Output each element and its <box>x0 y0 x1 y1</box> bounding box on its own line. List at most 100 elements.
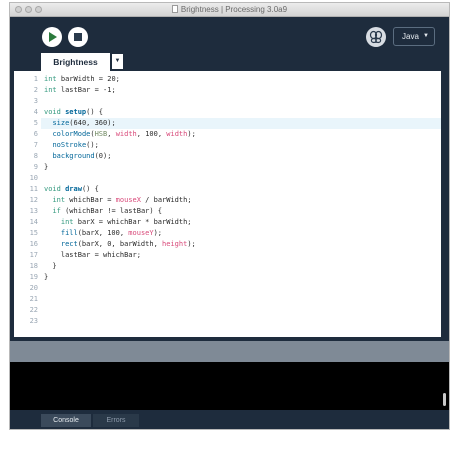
code-token: } <box>44 262 57 270</box>
code-line: lastBar = whichBar; <box>44 250 141 261</box>
code-token: } <box>44 163 49 171</box>
tab-brightness[interactable]: Brightness <box>41 53 110 71</box>
toolbar: Java ▼ <box>10 17 449 53</box>
tab-bar: Brightness ▼ <box>10 53 449 71</box>
code-token: ); <box>153 229 163 237</box>
line-number: 11 <box>29 185 38 193</box>
code-token: if <box>52 207 61 215</box>
line-number: 16 <box>29 240 38 248</box>
line-number: 3 <box>33 97 38 105</box>
editor-vertical-scrollbar[interactable] <box>441 71 449 337</box>
code-token: (barX, 0, barWidth, <box>77 240 163 248</box>
document-icon <box>171 5 178 13</box>
code-line: void draw() { <box>44 184 99 195</box>
line-number: 9 <box>33 163 38 171</box>
mode-selector[interactable]: Java ▼ <box>393 27 435 46</box>
code-token: height <box>162 240 188 248</box>
code-token: (whichBar != lastBar) { <box>60 207 163 215</box>
code-token: , 100, <box>136 130 167 138</box>
code-token: barWidth = 20; <box>56 75 120 83</box>
line-number: 21 <box>29 295 38 303</box>
title-bar: Brightness | Processing 3.0a9 <box>10 3 449 17</box>
line-number: 18 <box>29 262 38 270</box>
line-number: 15 <box>29 229 38 237</box>
butterfly-icon <box>369 30 383 44</box>
code-line: colorMode(HSB, width, 100, width); <box>44 129 195 140</box>
code-editor[interactable]: 1 2 3 4 5 6 7 8 9 10 11 12 13 14 15 16 17 18 19 20 21 22 23 in… <box>10 71 441 337</box>
code-token: , <box>107 130 116 138</box>
code-token: (barX, 100, <box>77 229 129 237</box>
code-token: width <box>115 130 137 138</box>
line-number: 12 <box>29 196 38 204</box>
errors-tab[interactable]: Errors <box>93 414 139 427</box>
line-number: 14 <box>29 218 38 226</box>
code-line: } <box>44 162 48 173</box>
code-token: lastBar = whichBar; <box>44 251 141 259</box>
code-token: int <box>52 196 66 204</box>
play-icon <box>49 32 57 42</box>
chevron-down-icon: ▼ <box>114 58 121 64</box>
line-number: 1 <box>33 75 38 83</box>
line-number: 5 <box>33 119 38 127</box>
code-token: / barWidth; <box>140 196 192 204</box>
bottom-tab-bar: Console Errors <box>10 410 449 429</box>
window-title-wrap: Brightness | Processing 3.0a9 <box>10 4 449 16</box>
line-number: 23 <box>29 317 38 325</box>
code-token: void <box>44 185 61 193</box>
code-token: (0); <box>94 152 112 160</box>
code-line: int barWidth = 20; <box>44 74 120 85</box>
code-token: fill <box>60 229 78 237</box>
code-token: void <box>44 108 61 116</box>
tab-menu-button[interactable]: ▼ <box>112 54 123 69</box>
code-token: () { <box>86 108 104 116</box>
line-number: 20 <box>29 284 38 292</box>
debugger-button[interactable] <box>366 27 386 47</box>
code-token: mouseX <box>115 196 141 204</box>
code-token: lastBar = -1; <box>56 86 116 94</box>
code-token: whichBar = <box>65 196 116 204</box>
console-area[interactable] <box>10 362 449 410</box>
code-token: int <box>60 218 74 226</box>
code-token: } <box>44 273 49 281</box>
code-line: int lastBar = -1; <box>44 85 116 96</box>
gutter-marker-bar <box>10 71 14 337</box>
code-token: rect <box>60 240 78 248</box>
code-token: colorMode <box>52 130 91 138</box>
code-token: (640, 360); <box>69 119 116 127</box>
code-line: fill(barX, 100, mouseY); <box>44 228 162 239</box>
code-line: rect(barX, 0, barWidth, height); <box>44 239 196 250</box>
code-token: () { <box>81 185 99 193</box>
code-line: } <box>44 272 48 283</box>
code-line: int whichBar = mouseX / barWidth; <box>44 195 192 206</box>
code-token: draw <box>65 185 82 193</box>
code-line: if (whichBar != lastBar) { <box>44 206 162 217</box>
mode-label: Java <box>402 32 419 41</box>
code-line: } <box>44 261 57 272</box>
code-token: width <box>166 130 188 138</box>
line-number: 22 <box>29 306 38 314</box>
code-token: int <box>44 75 57 83</box>
code-line: background(0); <box>44 151 111 162</box>
code-token: barX = whichBar * barWidth; <box>73 218 192 226</box>
code-token: int <box>44 86 57 94</box>
line-number: 19 <box>29 273 38 281</box>
window-title: Brightness | Processing 3.0a9 <box>180 5 288 14</box>
status-message-bar <box>10 341 449 362</box>
chevron-down-icon: ▼ <box>423 33 429 39</box>
stop-button[interactable] <box>68 27 88 47</box>
line-number: 6 <box>33 130 38 138</box>
processing-window: Brightness | Processing 3.0a9 Java ▼ Bri… <box>9 2 450 430</box>
code-line: void setup() { <box>44 107 103 118</box>
code-line: int barX = whichBar * barWidth; <box>44 217 192 228</box>
line-number-gutter: 1 2 3 4 5 6 7 8 9 10 11 12 13 14 15 16 17 18 19 20 21 22 23 <box>10 71 41 337</box>
line-number: 7 <box>33 141 38 149</box>
run-button[interactable] <box>42 27 62 47</box>
line-number: 13 <box>29 207 38 215</box>
line-number: 4 <box>33 108 38 116</box>
console-scrollbar-thumb[interactable] <box>443 393 446 406</box>
console-tab[interactable]: Console <box>41 414 91 427</box>
code-line: size(640, 360); <box>44 118 116 129</box>
